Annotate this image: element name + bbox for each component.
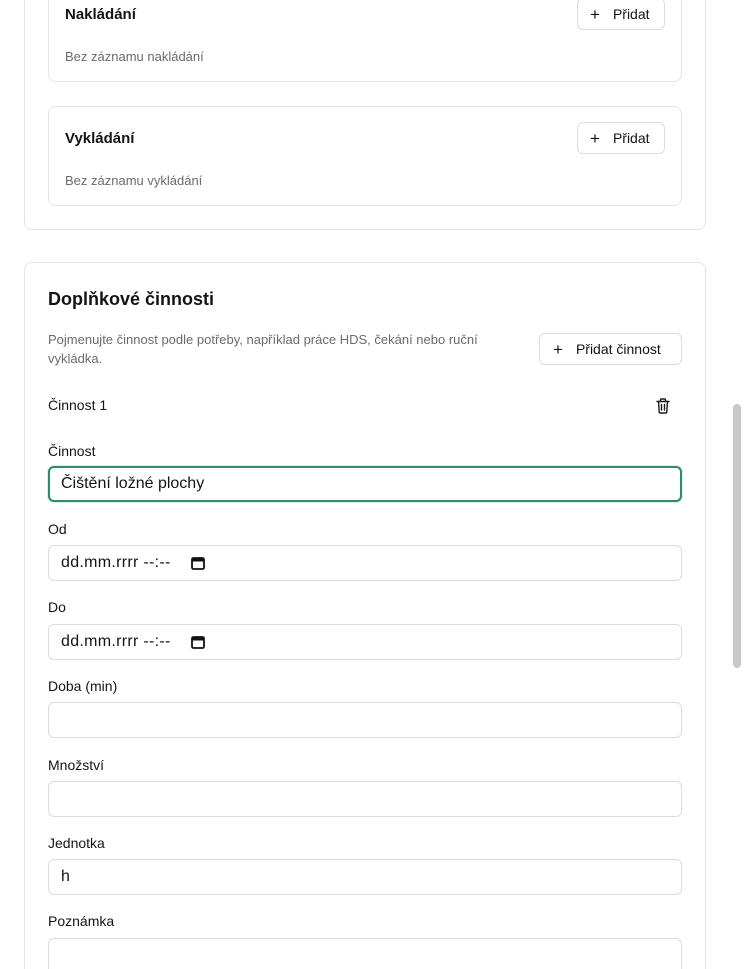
calendar-icon[interactable]: [190, 556, 205, 570]
to-field-label: Do: [48, 599, 66, 615]
add-activity-label: Přidat činnost: [575, 341, 661, 357]
loading-empty-text: Bez záznamu nakládání: [65, 49, 204, 64]
duration-input[interactable]: [48, 702, 682, 738]
activity-field-label: Činnost: [48, 443, 96, 459]
duration-field-label: Doba (min): [48, 678, 118, 694]
from-field-label: Od: [48, 521, 67, 537]
note-input[interactable]: [48, 938, 682, 969]
to-input-value: dd.mm.rrrr --:--: [61, 633, 171, 650]
calendar-icon[interactable]: [190, 635, 205, 649]
add-unloading-button[interactable]: + Přidat: [577, 122, 665, 154]
unit-input[interactable]: h: [48, 859, 682, 895]
plus-icon: +: [590, 128, 600, 148]
plus-icon: +: [553, 339, 563, 359]
add-loading-button[interactable]: + Přidat: [577, 0, 665, 30]
from-datetime-input[interactable]: dd.mm.rrrr --:--: [48, 545, 682, 581]
unit-field-label: Jednotka: [48, 835, 105, 851]
activity-input[interactable]: Čištění ložné plochy: [48, 466, 682, 502]
plus-icon: +: [590, 4, 600, 24]
note-field-label: Poznámka: [48, 913, 115, 929]
scrollbar-thumb[interactable]: [733, 404, 741, 668]
add-unloading-label: Přidat: [612, 130, 650, 146]
from-input-value: dd.mm.rrrr --:--: [61, 554, 171, 571]
unloading-section: Vykládání Bez záznamu vykládání: [48, 106, 682, 206]
quantity-field-label: Množství: [48, 757, 105, 773]
add-activity-button[interactable]: + Přidat činnost: [539, 333, 682, 365]
activity-item-label: Činnost 1: [48, 397, 108, 413]
unloading-title: Vykládání: [65, 130, 135, 147]
page: Nakládání Bez záznamu nakládání + Přidat…: [0, 0, 744, 969]
unloading-empty-text: Bez záznamu vykládání: [65, 173, 203, 188]
activity-input-value: Čištění ložné plochy: [61, 475, 205, 492]
extra-activities-title: Doplňkové činnosti: [48, 289, 215, 309]
add-loading-label: Přidat: [612, 6, 650, 22]
quantity-input[interactable]: [48, 781, 682, 817]
loading-title: Nakládání: [65, 6, 136, 23]
extra-activities-description: Pojmenujte činnost podle potřeby, napřík…: [48, 332, 478, 366]
unit-input-value: h: [61, 868, 70, 885]
trash-icon[interactable]: [655, 397, 671, 415]
to-datetime-input[interactable]: dd.mm.rrrr --:--: [48, 624, 682, 660]
